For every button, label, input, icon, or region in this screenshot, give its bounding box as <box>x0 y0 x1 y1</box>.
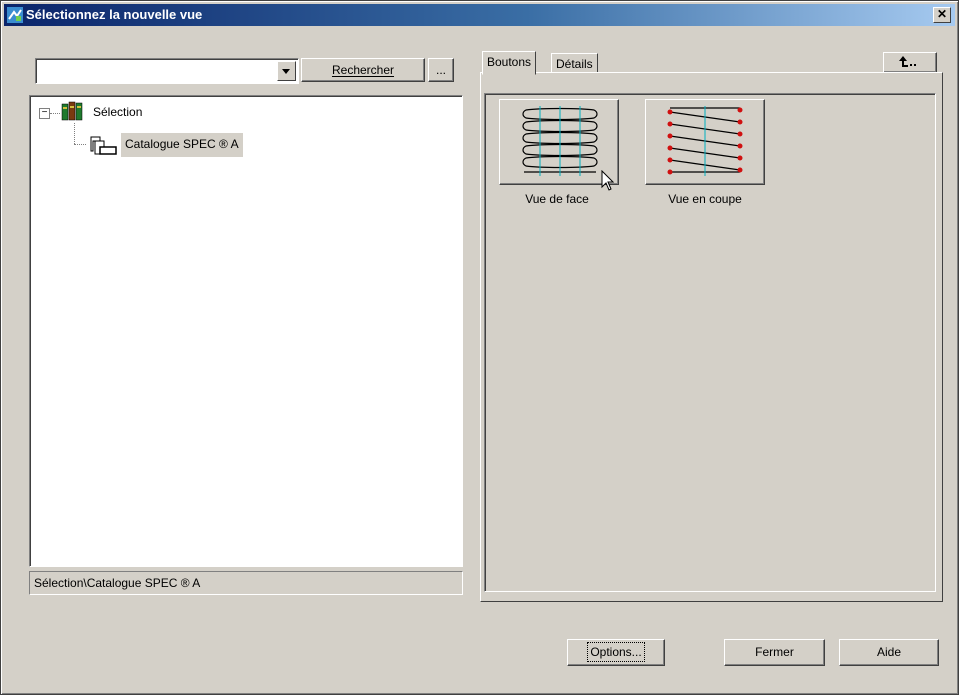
close-window-button[interactable]: ✕ <box>933 7 951 23</box>
options-button[interactable]: Options... <box>567 639 665 666</box>
tree-node-catalogue-label: Catalogue SPEC ® A <box>125 137 239 151</box>
tab-boutons[interactable]: Boutons <box>482 51 537 75</box>
search-combo[interactable] <box>35 58 299 84</box>
help-button[interactable]: Aide <box>839 639 939 666</box>
mouse-cursor-icon <box>601 170 615 191</box>
view-label-front: Vue de face <box>525 192 589 206</box>
help-button-label: Aide <box>876 645 902 659</box>
books-icon <box>61 101 83 121</box>
tree-node-catalogue[interactable]: Catalogue SPEC ® A <box>121 133 243 157</box>
close-button[interactable]: Fermer <box>724 639 825 666</box>
search-button-label: Rechercher <box>331 63 395 77</box>
tab-details-label: Détails <box>556 57 593 71</box>
title-bar[interactable]: Sélectionnez la nouvelle vue ✕ <box>4 4 955 26</box>
tree-collapse-toggle[interactable]: − <box>39 108 50 119</box>
app-icon <box>7 7 23 23</box>
catalog-folder-icon <box>90 136 117 155</box>
path-status-field: Sélection\Catalogue SPEC ® A <box>29 571 463 595</box>
tab-boutons-label: Boutons <box>487 55 532 69</box>
tree-connector <box>74 123 75 144</box>
folder-up-icon <box>899 56 916 67</box>
tree-node-selection[interactable]: Sélection <box>93 105 142 119</box>
browse-button[interactable]: ... <box>428 58 454 82</box>
options-button-label: Options... <box>587 642 645 662</box>
navigate-up-button[interactable] <box>883 52 937 73</box>
view-button-section[interactable] <box>645 99 765 185</box>
tree-connector <box>74 144 86 145</box>
view-label-section: Vue en coupe <box>668 192 742 206</box>
view-buttons-area: Vue de face Vue en coupe <box>484 93 936 592</box>
close-button-label: Fermer <box>755 645 794 659</box>
chevron-down-icon[interactable] <box>277 61 296 81</box>
search-button[interactable]: Rechercher <box>301 58 425 82</box>
window-title: Sélectionnez la nouvelle vue <box>26 7 203 22</box>
tree-view[interactable]: − Sélection Catalogue SPEC ® A <box>29 95 463 567</box>
tree-connector <box>50 113 60 114</box>
spring-section-view-icon <box>667 106 743 176</box>
path-status-text: Sélection\Catalogue SPEC ® A <box>34 576 201 590</box>
browse-button-label: ... <box>435 63 446 77</box>
dialog-window: Sélectionnez la nouvelle vue ✕ Recherche… <box>0 0 959 695</box>
close-icon: ✕ <box>936 7 948 21</box>
